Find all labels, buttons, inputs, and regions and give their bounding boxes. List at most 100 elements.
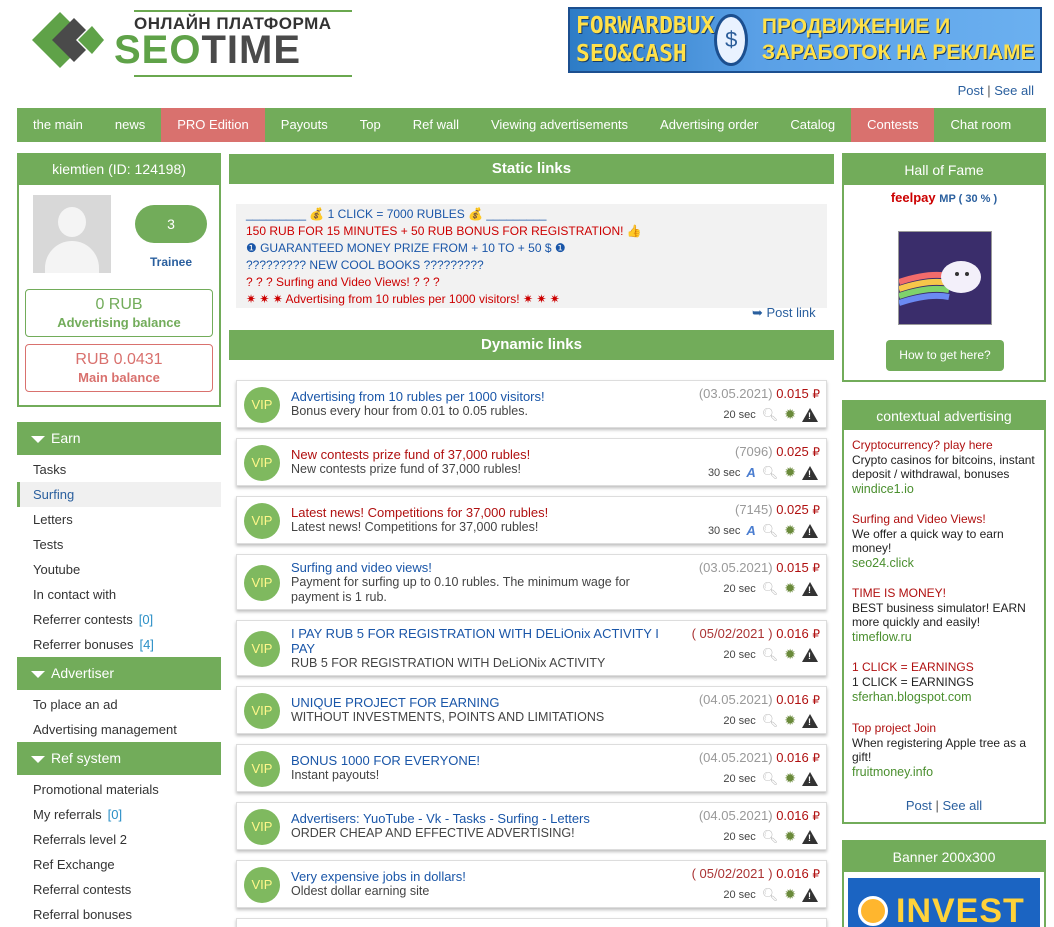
ctx-post-link[interactable]: Post [906, 798, 932, 813]
gear-icon[interactable]: ✹ [784, 406, 796, 423]
nav-chat-room[interactable]: Chat room [934, 108, 1027, 142]
warning-icon[interactable]: ! [802, 465, 818, 480]
ctx-ad[interactable]: Surfing and Video Views! We offer a quick… [852, 512, 1042, 571]
nav-viewing-ads[interactable]: Viewing advertisements [475, 108, 644, 142]
static-link[interactable]: 150 RUB FOR 15 MINUTES + 50 RUB BONUS FO… [246, 223, 817, 240]
gear-icon[interactable]: ✹ [784, 646, 796, 663]
hall-of-fame-user[interactable]: feelpay MP ( 30 % ) [844, 190, 1044, 205]
magnifier-icon[interactable]: 🔍︎ [762, 771, 779, 787]
gear-icon[interactable]: ✹ [784, 464, 796, 481]
post-link[interactable]: Post [958, 83, 984, 98]
dynamic-link-row[interactable]: VIP BONUS 1000 FOR EVERYONE! Instant pay… [236, 744, 827, 792]
how-to-get-here-button[interactable]: How to get here? [886, 340, 1004, 371]
post-static-link-button[interactable]: ➥ Post link [752, 305, 816, 321]
magnifier-icon[interactable]: 🔍︎ [762, 647, 779, 663]
gear-icon[interactable]: ✹ [784, 770, 796, 787]
ctx-ad[interactable]: Top project Join When registering Apple t… [852, 721, 1042, 780]
main-balance[interactable]: RUB 0.0431 Main balance [25, 344, 213, 392]
gear-icon[interactable]: ✹ [784, 522, 796, 539]
menu-item-place-ad[interactable]: To place an ad [17, 692, 221, 717]
magnifier-icon[interactable]: 🔍︎ [762, 407, 779, 423]
link-title[interactable]: Latest news! Competitions for 37,000 rub… [291, 505, 548, 520]
dynamic-link-row[interactable]: VIP Advertising from 10 rubles per 1000 … [236, 380, 827, 428]
gear-icon[interactable]: ✹ [784, 886, 796, 903]
gear-icon[interactable]: ✹ [784, 580, 796, 597]
menu-item-referral-contests[interactable]: Referral contests [17, 877, 221, 902]
link-title[interactable]: Advertisers: YuoTube - Vk - Tasks - Surf… [291, 811, 590, 826]
rank-label[interactable]: Trainee [135, 255, 207, 269]
warning-icon[interactable]: ! [802, 523, 818, 538]
magnifier-icon[interactable]: 🔍︎ [762, 887, 779, 903]
static-link[interactable]: ❶ GUARANTEED MONEY PRIZE FROM + 10 TO + … [246, 240, 817, 257]
menu-item-referrer-bonuses[interactable]: Referrer bonuses [4] [17, 632, 221, 657]
link-title[interactable]: UNIQUE PROJECT FOR EARNING [291, 695, 500, 710]
invest-banner-image[interactable]: INVEST [848, 878, 1040, 927]
menu-head-advertiser[interactable]: Advertiser [17, 657, 221, 690]
dynamic-link-row[interactable]: VIP Advertisers: YuoTube - Vk - Tasks - … [236, 802, 827, 850]
link-title[interactable]: Advertising from 10 rubles per 1000 visi… [291, 389, 545, 404]
ctx-see-all-link[interactable]: See all [942, 798, 982, 813]
link-title[interactable]: Very expensive jobs in dollars! [291, 869, 466, 884]
link-title-cont[interactable]: PAY [291, 641, 315, 656]
nav-catalog[interactable]: Catalog [774, 108, 851, 142]
warning-icon[interactable]: ! [802, 829, 818, 844]
static-link[interactable]: _________ 💰 1 CLICK = 7000 RUBLES 💰 ____… [246, 206, 817, 223]
menu-head-earn[interactable]: Earn [17, 422, 221, 455]
magnifier-icon[interactable]: 🔍︎ [762, 713, 779, 729]
menu-item-in-contact[interactable]: In contact with [17, 582, 221, 607]
link-title[interactable]: New contests prize fund of 37,000 rubles… [291, 447, 530, 462]
dynamic-link-row[interactable]: VIP Latest news! Competitions for 37,000… [236, 496, 827, 544]
dynamic-link-row[interactable]: VIP Very expensive jobs in dollars! Olde… [236, 860, 827, 908]
warning-icon[interactable]: ! [802, 407, 818, 422]
static-link[interactable]: ✷ ✷ ✷ Advertising from 10 rubles per 100… [246, 291, 817, 308]
nav-advertising-order[interactable]: Advertising order [644, 108, 774, 142]
nav-pro-edition[interactable]: PRO Edition [161, 108, 265, 142]
gear-icon[interactable]: ✹ [784, 712, 796, 729]
link-title[interactable]: I PAY RUB 5 FOR REGISTRATION WITH DELiOn… [291, 626, 659, 641]
menu-item-referrals-level-2[interactable]: Referrals level 2 [17, 827, 221, 852]
nav-ref-wall[interactable]: Ref wall [397, 108, 475, 142]
dynamic-link-row[interactable]: VIP New contests prize fund of 37,000 ru… [236, 438, 827, 486]
nav-payouts[interactable]: Payouts [265, 108, 344, 142]
advertising-balance[interactable]: 0 RUB Advertising balance [25, 289, 213, 337]
menu-item-ad-management[interactable]: Advertising management [17, 717, 221, 742]
menu-item-letters[interactable]: Letters [17, 507, 221, 532]
link-title[interactable]: Surfing and video views! [291, 560, 432, 575]
static-link[interactable]: ? ? ? Surfing and Video Views! ? ? ? [246, 274, 817, 291]
ctx-ad[interactable]: 1 CLICK = EARNINGS 1 CLICK = EARNINGS sfer… [852, 660, 1042, 705]
menu-item-ref-exchange[interactable]: Ref Exchange [17, 852, 221, 877]
magnifier-icon[interactable]: 🔍︎ [762, 829, 779, 845]
menu-head-ref-system[interactable]: Ref system [17, 742, 221, 775]
magnifier-icon[interactable]: 🔍︎ [762, 465, 779, 481]
menu-item-referral-bonuses[interactable]: Referral bonuses [17, 902, 221, 927]
see-all-link[interactable]: See all [994, 83, 1034, 98]
warning-icon[interactable]: ! [802, 581, 818, 596]
ctx-ad[interactable]: Cryptocurrency? play here Crypto casinos … [852, 438, 1042, 497]
menu-item-tasks[interactable]: Tasks [17, 457, 221, 482]
menu-item-surfing[interactable]: Surfing [17, 482, 221, 507]
dynamic-link-row[interactable]: VIP UNIQUE PROJECT FOR EARNING WITHOUT I… [236, 686, 827, 734]
text-ad-icon[interactable]: A [746, 465, 755, 480]
menu-item-tests[interactable]: Tests [17, 532, 221, 557]
nav-top[interactable]: Top [344, 108, 397, 142]
warning-icon[interactable]: ! [802, 647, 818, 662]
avatar[interactable] [33, 195, 111, 273]
warning-icon[interactable]: ! [802, 771, 818, 786]
dynamic-link-row[interactable]: VIP Surfing and video views! Payment for… [236, 554, 827, 610]
nav-the-main[interactable]: the main [17, 108, 99, 142]
text-ad-icon[interactable]: A [746, 523, 755, 538]
nav-news[interactable]: news [99, 108, 161, 142]
site-logo[interactable]: ОНЛАЙН ПЛАТФОРМА SEOTIME [22, 2, 352, 78]
dynamic-link-row-partial[interactable] [236, 918, 827, 927]
link-title[interactable]: BONUS 1000 FOR EVERYONE! [291, 753, 480, 768]
top-banner[interactable]: FORWARDBUX SEO&CASH $ ПРОДВИЖЕНИЕ И ЗАРА… [568, 7, 1042, 73]
magnifier-icon[interactable]: 🔍︎ [762, 581, 779, 597]
static-link[interactable]: ????????? NEW COOL BOOKS ????????? [246, 257, 817, 274]
ctx-ad[interactable]: TIME IS MONEY! BEST business simulator! E… [852, 586, 1042, 645]
dynamic-link-row[interactable]: VIP I PAY RUB 5 FOR REGISTRATION WITH DE… [236, 620, 827, 676]
menu-item-youtube[interactable]: Youtube [17, 557, 221, 582]
menu-item-my-referrals[interactable]: My referrals [0] [17, 802, 221, 827]
gear-icon[interactable]: ✹ [784, 828, 796, 845]
menu-item-referrer-contests[interactable]: Referrer contests [0] [17, 607, 221, 632]
hall-of-fame-avatar[interactable] [898, 231, 992, 325]
